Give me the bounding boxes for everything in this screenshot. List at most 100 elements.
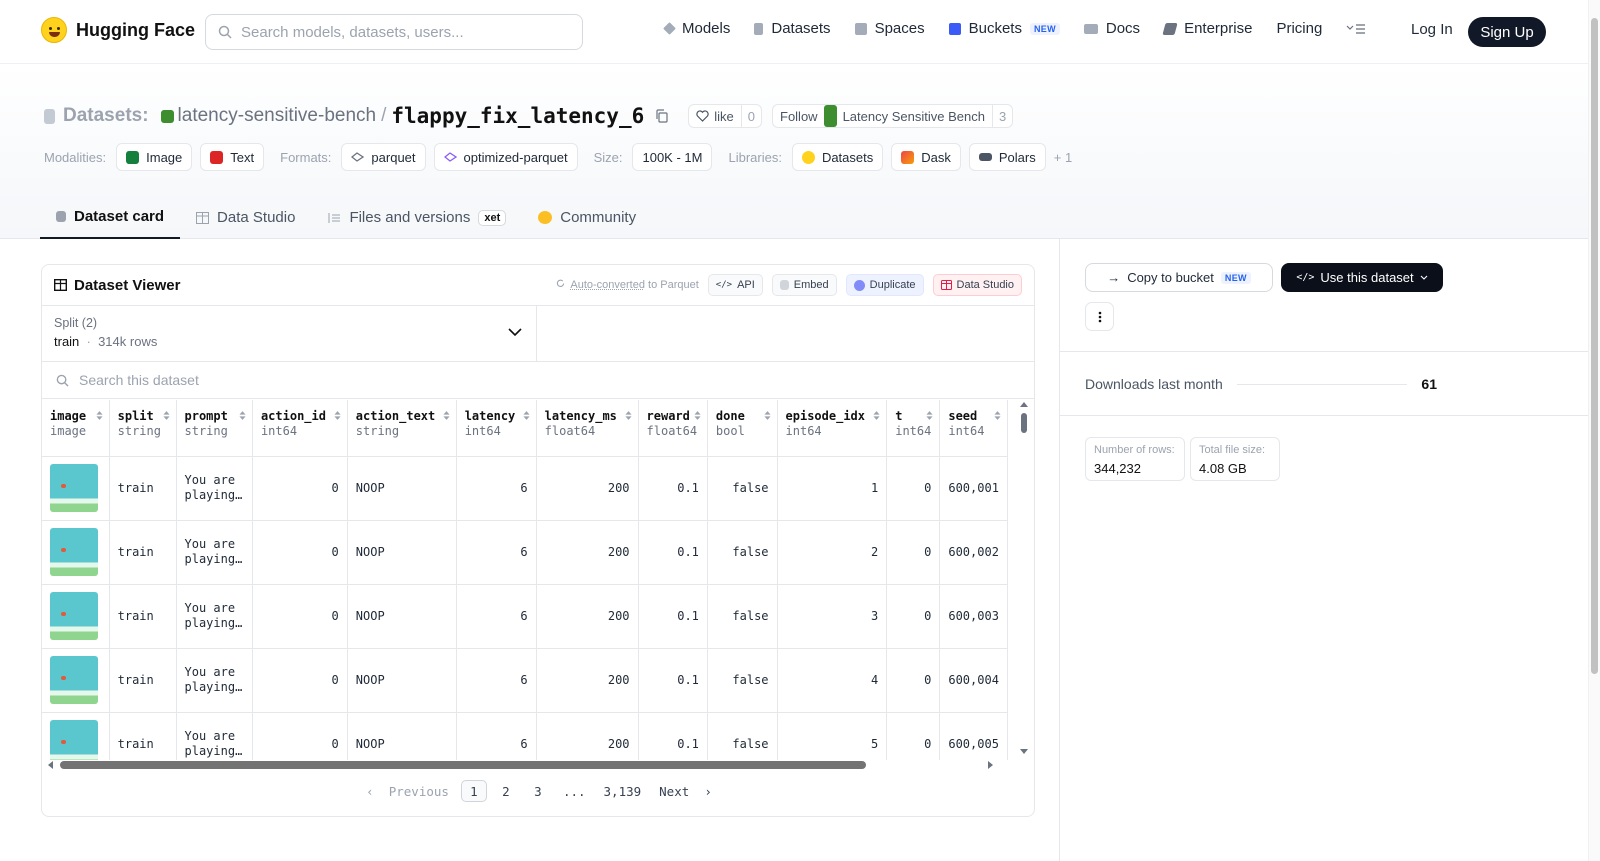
- login-link[interactable]: Log In: [1411, 21, 1453, 38]
- sort-icon[interactable]: [624, 410, 632, 421]
- library-polars[interactable]: Polars: [968, 143, 1046, 171]
- cell-latency[interactable]: 6: [456, 648, 537, 713]
- sort-icon[interactable]: [162, 410, 170, 421]
- cell-latency[interactable]: 6: [456, 712, 537, 760]
- sort-icon[interactable]: [96, 410, 103, 421]
- frame-thumbnail[interactable]: [50, 528, 98, 576]
- cell-latency[interactable]: 6: [456, 584, 537, 649]
- global-search-input[interactable]: Search models, datasets, users...: [205, 14, 583, 50]
- sort-icon[interactable]: [873, 410, 880, 421]
- cell-split[interactable]: train: [109, 584, 177, 649]
- nav-enterprise[interactable]: Enterprise: [1162, 20, 1252, 37]
- split-selector[interactable]: Split (2) train · 314k rows: [42, 306, 537, 361]
- copy-to-bucket-button[interactable]: → Copy to bucket NEW: [1085, 263, 1273, 292]
- cell-image[interactable]: [42, 712, 110, 760]
- cell-action-id[interactable]: 0: [252, 456, 348, 521]
- follow-button[interactable]: Follow Latency Sensitive Bench 3: [772, 104, 1014, 128]
- cell-reward[interactable]: 0.1: [638, 712, 708, 760]
- signup-button[interactable]: Sign Up: [1468, 17, 1546, 47]
- page-2[interactable]: 2: [493, 780, 519, 802]
- cell-reward[interactable]: 0.1: [638, 584, 708, 649]
- nav-more-menu[interactable]: [1346, 23, 1366, 35]
- modality-image[interactable]: Image: [116, 143, 193, 171]
- page-scrollbar[interactable]: [1588, 0, 1600, 861]
- cell-latency[interactable]: 6: [456, 520, 537, 585]
- frame-thumbnail[interactable]: [50, 720, 98, 760]
- cell-done[interactable]: false: [707, 648, 778, 713]
- column-header-reward[interactable]: reward float64: [638, 400, 708, 457]
- page-1[interactable]: 1: [460, 780, 487, 802]
- cell-reward[interactable]: 0.1: [638, 456, 708, 521]
- horizontal-scrollbar[interactable]: [48, 758, 998, 772]
- sort-icon[interactable]: [763, 410, 771, 421]
- cell-action-text[interactable]: NOOP: [347, 520, 457, 585]
- page-scrollbar-thumb[interactable]: [1591, 18, 1598, 674]
- library-dask[interactable]: Dask: [891, 143, 961, 171]
- table-row[interactable]: train You are playing… 0 NOOP 6 200 0.1 false 5 0…: [42, 712, 1008, 760]
- nav-datasets[interactable]: Datasets: [754, 20, 831, 37]
- cell-t[interactable]: 0: [886, 648, 941, 713]
- sort-icon[interactable]: [239, 410, 246, 421]
- cell-latency-ms[interactable]: 200: [536, 584, 639, 649]
- cell-action-id[interactable]: 0: [252, 520, 348, 585]
- cell-action-id[interactable]: 0: [252, 712, 348, 760]
- cell-prompt[interactable]: You are playing…: [176, 520, 253, 585]
- nav-docs[interactable]: Docs: [1083, 20, 1140, 37]
- cell-latency[interactable]: 6: [456, 456, 537, 521]
- cell-reward[interactable]: 0.1: [638, 648, 708, 713]
- cell-action-text[interactable]: NOOP: [347, 456, 457, 521]
- vertical-scrollbar[interactable]: [1019, 400, 1029, 756]
- data-studio-button[interactable]: Data Studio: [932, 274, 1022, 296]
- cell-t[interactable]: 0: [886, 584, 941, 649]
- cell-episode-idx[interactable]: 4: [777, 648, 888, 713]
- cell-latency-ms[interactable]: 200: [536, 712, 639, 760]
- sort-icon[interactable]: [443, 410, 450, 421]
- column-header-t[interactable]: t int64: [886, 400, 941, 457]
- cell-seed[interactable]: 600,004: [939, 648, 1008, 713]
- cell-done[interactable]: false: [707, 456, 778, 521]
- column-header-action-text[interactable]: action_text string: [347, 400, 457, 457]
- page-last[interactable]: 3,139: [598, 780, 648, 802]
- format-optimized-parquet[interactable]: optimized-parquet: [433, 143, 578, 171]
- sort-icon[interactable]: [926, 410, 933, 421]
- brand-logo[interactable]: Hugging Face: [41, 17, 195, 43]
- cell-t[interactable]: 0: [886, 712, 941, 760]
- frame-thumbnail[interactable]: [50, 656, 98, 704]
- cell-prompt[interactable]: You are playing…: [176, 648, 253, 713]
- copy-icon[interactable]: [654, 108, 670, 124]
- table-row[interactable]: train You are playing… 0 NOOP 6 200 0.1 false 2 0…: [42, 520, 1008, 585]
- column-header-split[interactable]: split string: [109, 400, 177, 457]
- embed-button[interactable]: Embed: [771, 274, 837, 296]
- column-header-episode-idx[interactable]: episode_idx int64: [777, 400, 888, 457]
- next-page-button[interactable]: Next ›: [653, 780, 718, 802]
- cell-prompt[interactable]: You are playing…: [176, 584, 253, 649]
- cell-action-id[interactable]: 0: [252, 584, 348, 649]
- cell-image[interactable]: [42, 648, 110, 713]
- sort-icon[interactable]: [994, 410, 1001, 421]
- column-header-seed[interactable]: seed int64: [939, 400, 1008, 457]
- use-this-dataset-button[interactable]: </> Use this dataset: [1281, 263, 1443, 292]
- cell-reward[interactable]: 0.1: [638, 520, 708, 585]
- table-row[interactable]: train You are playing… 0 NOOP 6 200 0.1 false 3 0…: [42, 584, 1008, 649]
- cell-done[interactable]: false: [707, 712, 778, 760]
- table-row[interactable]: train You are playing… 0 NOOP 6 200 0.1 false 1 0…: [42, 456, 1008, 521]
- cell-episode-idx[interactable]: 5: [777, 712, 888, 760]
- org-link[interactable]: latency-sensitive-bench: [178, 105, 377, 127]
- modality-text[interactable]: Text: [200, 143, 265, 171]
- frame-thumbnail[interactable]: [50, 464, 98, 512]
- cell-episode-idx[interactable]: 3: [777, 584, 888, 649]
- cell-done[interactable]: false: [707, 584, 778, 649]
- frame-thumbnail[interactable]: [50, 592, 98, 640]
- sort-icon[interactable]: [334, 410, 341, 421]
- like-button[interactable]: like 0: [688, 104, 762, 128]
- size-value[interactable]: 100K - 1M: [632, 143, 713, 171]
- tab-dataset-card[interactable]: Dataset card: [40, 196, 181, 239]
- cell-prompt[interactable]: You are playing…: [176, 456, 253, 521]
- tab-files-and-versions[interactable]: Files and versions xet: [311, 196, 522, 239]
- library-datasets[interactable]: Datasets: [791, 143, 884, 171]
- cell-seed[interactable]: 600,002: [939, 520, 1008, 585]
- column-header-latency[interactable]: latency int64: [456, 400, 537, 457]
- cell-episode-idx[interactable]: 1: [777, 456, 888, 521]
- more-libraries[interactable]: + 1: [1054, 150, 1072, 165]
- more-options-button[interactable]: [1085, 302, 1114, 331]
